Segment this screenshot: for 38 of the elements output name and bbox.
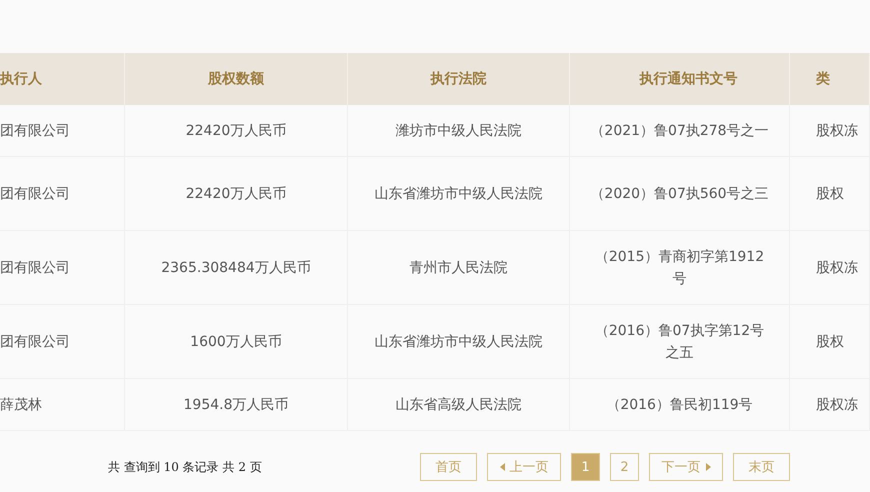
table-cell: （2016）鲁07执字第12号之五 [570,305,790,379]
column-header: 执行通知书文号 [570,53,790,105]
page-number-button[interactable]: 1 [571,453,600,481]
table-cell: （2015）青商初字第1912号 [570,231,790,305]
next-page-button[interactable]: 下一页 [649,453,723,481]
table-cell: 股权冻 [790,379,870,431]
table-cell: 青州市人民法院 [348,231,570,305]
table-cell: 股权冻 [790,231,870,305]
record-summary: 共 查询到 10 条记录 共 2 页 [108,458,263,476]
last-page-button[interactable]: 末页 [733,453,790,481]
right-triangle-icon [706,463,710,471]
table-cell: 2365.308484万人民币 [125,231,348,305]
table-cell: 22420万人民币 [125,157,348,231]
table-cell: 团有限公司 [0,157,125,231]
first-page-button[interactable]: 首页 [420,453,477,481]
table-cell: （2020）鲁07执560号之三 [570,157,790,231]
table-cell: 1600万人民币 [125,305,348,379]
table-cell: （2021）鲁07执278号之一 [570,105,790,157]
table-cell: 股权 [790,157,870,231]
table-cell: （2016）鲁民初119号 [570,379,790,431]
table-cell: 股权 [790,305,870,379]
table-cell: 团有限公司 [0,305,125,379]
table-cell: 山东省潍坊市中级人民法院 [348,305,570,379]
left-triangle-icon [500,463,504,471]
table-cell: 22420万人民币 [125,105,348,157]
table-cell: 山东省潍坊市中级人民法院 [348,157,570,231]
column-header: 执行法院 [348,53,570,105]
column-header: 股权数额 [125,53,348,105]
table-cell: 股权冻 [790,105,870,157]
page-number-button[interactable]: 2 [610,453,639,481]
table-cell: 薛茂林 [0,379,125,431]
table-cell: 潍坊市中级人民法院 [348,105,570,157]
table-cell: 山东省高级人民法院 [348,379,570,431]
table-cell: 团有限公司 [0,105,125,157]
column-header: 类 [790,53,870,105]
table-cell: 1954.8万人民币 [125,379,348,431]
table-cell: 团有限公司 [0,231,125,305]
previous-page-button[interactable]: 上一页 [487,453,561,481]
